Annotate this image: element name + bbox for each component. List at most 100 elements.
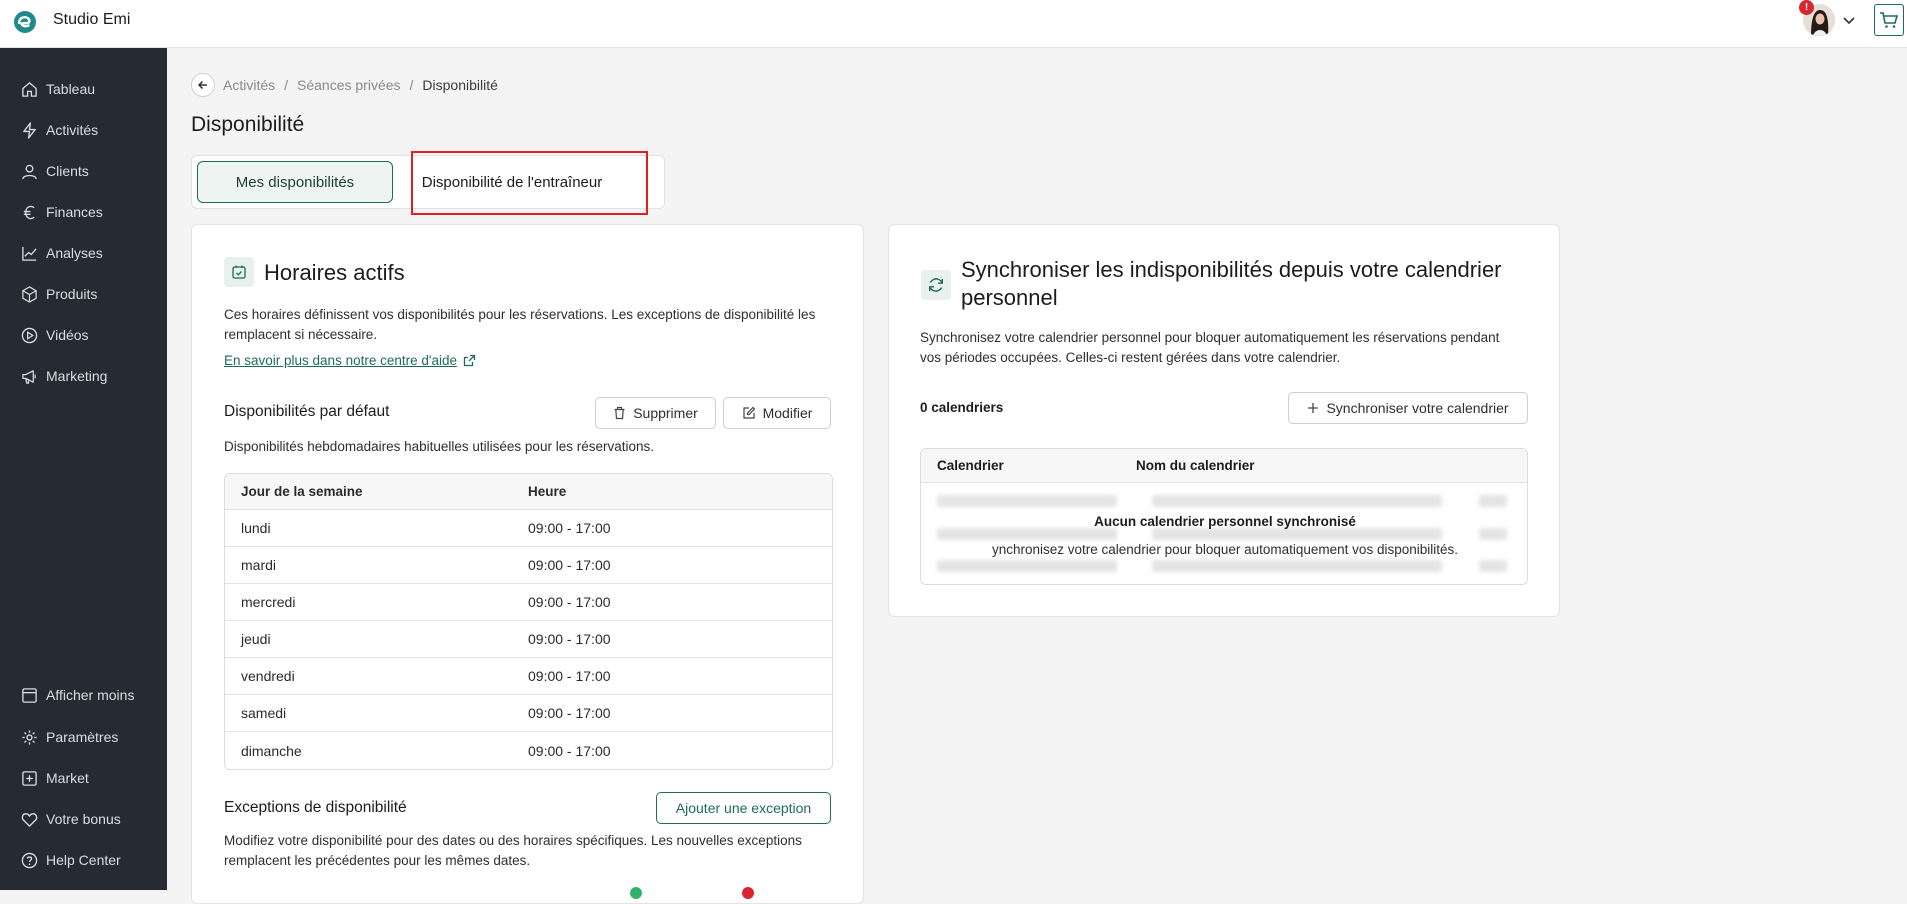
calendar-count: 0 calendriers: [920, 400, 1004, 415]
skeleton-line: [1479, 528, 1507, 540]
cart-icon: [1880, 12, 1899, 28]
trash-icon: [614, 406, 625, 420]
sidebar-item-activites[interactable]: Activités: [0, 115, 167, 145]
notification-badge: !: [1799, 0, 1814, 15]
header-day: Jour de la semaine: [241, 484, 363, 499]
breadcrumb: Activités / Séances privées / Disponibil…: [191, 73, 498, 97]
sidebar-item-label: Vidéos: [46, 327, 89, 343]
breadcrumb-seances-privees[interactable]: Séances privées: [297, 77, 401, 93]
add-exception-button[interactable]: Ajouter une exception: [656, 792, 831, 824]
calendar-table: Calendrier Nom du calendrier Aucun calen…: [920, 448, 1528, 585]
time-cell: 09:00 - 17:00: [528, 594, 611, 610]
box-icon: [22, 285, 37, 303]
skeleton-line: [1152, 560, 1442, 572]
cart-button[interactable]: [1874, 4, 1904, 36]
skeleton-line: [937, 528, 1117, 540]
horaires-actifs-card: Horaires actifs Ces horaires définissent…: [191, 224, 864, 904]
table-row: samedi 09:00 - 17:00: [225, 695, 832, 732]
user-avatar-button[interactable]: !: [1799, 0, 1835, 36]
studio-logo-icon[interactable]: [13, 10, 37, 34]
sidebar-item-votre-bonus[interactable]: Votre bonus: [0, 804, 167, 834]
edit-button[interactable]: Modifier: [723, 397, 831, 429]
time-cell: 09:00 - 17:00: [528, 557, 611, 573]
sidebar-item-finances[interactable]: Finances: [0, 197, 167, 227]
plus-icon: [1308, 403, 1319, 413]
sidebar-item-videos[interactable]: Vidéos: [0, 320, 167, 350]
sidebar-item-label: Activités: [46, 122, 99, 138]
time-cell: 09:00 - 17:00: [528, 705, 611, 721]
sync-calendar-button[interactable]: Synchroniser votre calendrier: [1288, 392, 1528, 424]
studio-name: Studio Emi: [53, 11, 131, 28]
chart-line-icon: [22, 246, 37, 261]
sidebar-item-help-center[interactable]: Help Center: [0, 845, 167, 875]
sidebar-item-parametres[interactable]: Paramètres: [0, 722, 167, 752]
sync-icon-box: [921, 270, 951, 300]
panel-icon: [22, 687, 37, 703]
sync-calendar-card: Synchroniser les indisponibilités depuis…: [888, 224, 1560, 617]
home-icon: [22, 81, 37, 97]
sidebar-item-label: Afficher moins: [46, 687, 135, 703]
sidebar-item-analyses[interactable]: Analyses: [0, 238, 167, 268]
default-availability-title: Disponibilités par défaut: [224, 403, 390, 420]
plus-square-icon: [22, 770, 37, 786]
table-header: Jour de la semaine Heure: [225, 474, 832, 510]
skeleton-line: [1479, 560, 1507, 572]
sidebar-item-label: Market: [46, 770, 89, 786]
external-link-icon: [463, 354, 476, 367]
sidebar-item-produits[interactable]: Produits: [0, 279, 167, 309]
gear-icon: [22, 729, 37, 745]
calendar-check-icon: [232, 265, 246, 279]
card-description: Ces horaires définissent vos disponibili…: [224, 307, 816, 342]
heart-icon: [21, 812, 38, 827]
sidebar: Tableau Activités Clients Finances Analy…: [0, 48, 167, 890]
table-row: mercredi 09:00 - 17:00: [225, 584, 832, 621]
day-cell: samedi: [241, 705, 287, 721]
sidebar-item-label: Tableau: [46, 81, 96, 97]
table-row: jeudi 09:00 - 17:00: [225, 621, 832, 658]
time-cell: 09:00 - 17:00: [528, 520, 611, 536]
skeleton-line: [937, 560, 1117, 572]
sidebar-item-clients[interactable]: Clients: [0, 156, 167, 186]
sidebar-item-label: Analyses: [46, 245, 103, 261]
refresh-icon: [929, 278, 943, 292]
sync-calendar-label: Synchroniser votre calendrier: [1326, 400, 1509, 416]
time-cell: 09:00 - 17:00: [528, 668, 611, 684]
delete-label: Supprimer: [633, 405, 698, 421]
sidebar-item-marketing[interactable]: Marketing: [0, 361, 167, 391]
day-cell: mardi: [241, 557, 277, 573]
tab-mes-disponibilites[interactable]: Mes disponibilités: [197, 161, 393, 203]
sidebar-item-afficher-moins[interactable]: Afficher moins: [0, 680, 167, 710]
status-dot-green: [630, 887, 642, 899]
delete-button[interactable]: Supprimer: [595, 397, 716, 429]
chevron-down-icon[interactable]: [1842, 13, 1856, 27]
empty-state-subtitle: ynchronisez votre calendrier pour bloque…: [991, 542, 1458, 557]
table-row: mardi 09:00 - 17:00: [225, 547, 832, 584]
exceptions-title: Exceptions de disponibilité: [224, 799, 407, 816]
sidebar-item-label: Votre bonus: [46, 811, 121, 827]
euro-icon: [23, 205, 35, 219]
page-title: Disponibilité: [191, 113, 305, 136]
skeleton-line: [1152, 528, 1442, 540]
help-center-link[interactable]: En savoir plus dans notre centre d'aide: [224, 353, 476, 368]
breadcrumb-disponibilite: Disponibilité: [422, 77, 498, 93]
user-icon: [22, 164, 37, 179]
breadcrumb-activites[interactable]: Activités: [223, 77, 275, 93]
exceptions-description: Modifiez votre disponibilité pour des da…: [224, 833, 802, 868]
sidebar-item-label: Produits: [46, 286, 98, 302]
sidebar-item-label: Paramètres: [46, 729, 119, 745]
table-header: Calendrier Nom du calendrier: [921, 449, 1527, 483]
edit-icon: [742, 406, 755, 419]
back-button[interactable]: [191, 73, 215, 97]
skeleton-line: [1152, 495, 1442, 507]
skeleton-line: [1479, 495, 1507, 507]
card-title: Synchroniser les indisponibilités depuis…: [961, 257, 1502, 310]
help-link-label: En savoir plus dans notre centre d'aide: [224, 353, 457, 368]
top-bar: Studio Emi !: [0, 0, 1907, 48]
status-dot-red: [742, 887, 754, 899]
empty-state-title: Aucun calendrier personnel synchronisé: [1094, 514, 1356, 529]
table-row: vendredi 09:00 - 17:00: [225, 658, 832, 695]
sidebar-item-market[interactable]: Market: [0, 763, 167, 793]
highlight-box: [411, 151, 648, 215]
sidebar-item-tableau[interactable]: Tableau: [0, 74, 167, 104]
day-cell: lundi: [241, 520, 271, 536]
